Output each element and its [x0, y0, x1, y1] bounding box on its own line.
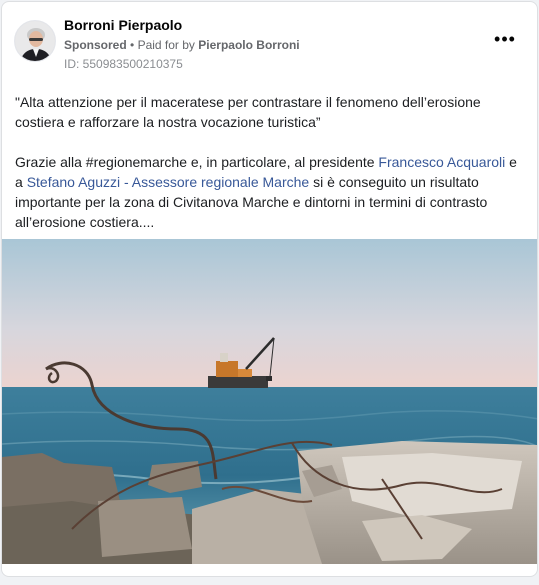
- author-name[interactable]: Borroni Pierpaolo: [64, 16, 300, 34]
- more-options-icon[interactable]: •••: [493, 30, 517, 48]
- post-header: Borroni Pierpaolo Sponsored • Paid for b…: [14, 16, 525, 76]
- post-quote: "Alta attenzione per il maceratese per c…: [15, 94, 481, 130]
- post-paragraph: Grazie alla #regionemarche e, in partico…: [15, 152, 527, 232]
- text-segment: Grazie alla #regionemarche e, in partico…: [15, 154, 379, 170]
- paid-for-label: Paid for by: [137, 38, 195, 52]
- post-text: "Alta attenzione per il maceratese per c…: [15, 92, 527, 232]
- mention-link[interactable]: Stefano Aguzzi - Assessore regionale Mar…: [27, 174, 310, 190]
- ad-id: ID: 550983500210375: [64, 57, 183, 71]
- post-image[interactable]: [2, 239, 537, 564]
- ad-post-card: Borroni Pierpaolo Sponsored • Paid for b…: [1, 1, 538, 577]
- mention-link[interactable]: Francesco Acquaroli: [378, 154, 505, 170]
- post-meta: Borroni Pierpaolo Sponsored • Paid for b…: [64, 16, 300, 72]
- payer-name: Pierpaolo Borroni: [198, 38, 300, 52]
- sponsored-label[interactable]: Sponsored: [64, 38, 127, 52]
- sponsored-line: Sponsored • Paid for by Pierpaolo Borron…: [64, 36, 300, 54]
- avatar-portrait-icon: [15, 21, 55, 61]
- sea-photo-illustration: [2, 239, 537, 564]
- meta-separator: •: [130, 38, 135, 52]
- author-avatar[interactable]: [14, 20, 56, 62]
